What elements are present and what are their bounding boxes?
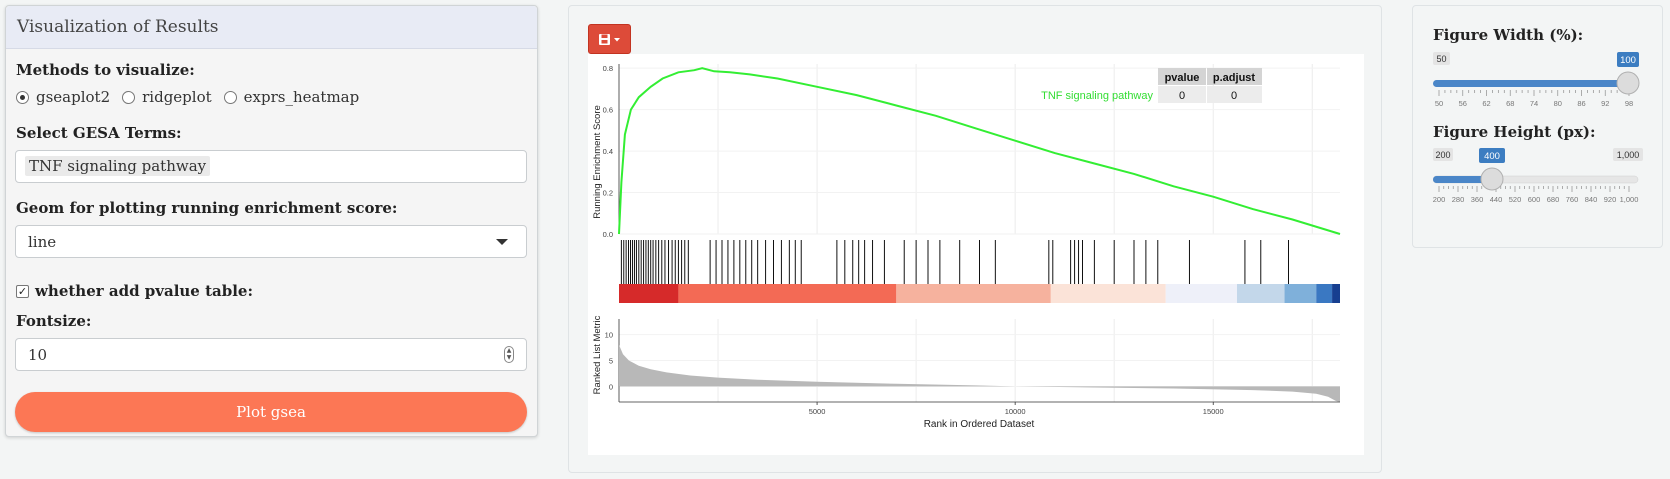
es-y-tick-label: 0.2	[603, 189, 613, 198]
heat-band	[1050, 284, 1166, 303]
visualization-panel: Visualization of Results Methods to visu…	[5, 5, 538, 437]
heat-band	[1316, 284, 1333, 303]
slider-tick-label: 680	[1547, 195, 1560, 204]
gsea-plot: 0.8 0.6 0.4 0.2 0.0 10 5 0 5000 10000 15000 Runn…	[588, 54, 1364, 455]
table-row-label: TNF signaling pathway	[1041, 90, 1153, 102]
radio-label: gseaplot2	[36, 88, 111, 106]
slider-tick-label: 280	[1452, 195, 1465, 204]
heat-band	[1284, 284, 1317, 303]
fontsize-input[interactable]: 10 ▲ ▼	[15, 338, 527, 371]
figure-width-slider[interactable]: 50 50 56 62 68 74 80 86 92 98 100	[1433, 50, 1645, 110]
heat-band	[678, 284, 897, 303]
metric-y-tick-label: 5	[609, 357, 613, 366]
fontsize-label: Fontsize:	[16, 312, 92, 330]
plot-panel: 0.8 0.6 0.4 0.2 0.0 10 5 0 5000 10000 15000 Runn…	[568, 5, 1382, 473]
table-padjust-value: 0	[1231, 90, 1237, 102]
number-spinner-icon[interactable]: ▲ ▼	[504, 346, 514, 363]
table-pvalue-value: 0	[1179, 90, 1185, 102]
slider-tick-label: 760	[1566, 195, 1579, 204]
radio-exprs-heatmap[interactable]: exprs_heatmap	[223, 88, 360, 106]
ranked-metric-area	[619, 344, 1340, 402]
es-y-tick-label: 0.0	[603, 230, 613, 239]
es-y-tick-label: 0.8	[603, 64, 613, 73]
metric-y-tick-label: 0	[609, 382, 613, 391]
metric-y-tick-label: 10	[605, 331, 613, 340]
slider-tick-label: 68	[1506, 99, 1514, 108]
pvalue-table: pvalue p.adjust TNF signaling pathway 0 …	[1041, 68, 1262, 103]
checkbox-checked-icon[interactable]: ✓	[16, 284, 29, 298]
radio-ridgeplot[interactable]: ridgeplot	[122, 88, 212, 106]
height-value-label: 400	[1484, 151, 1500, 162]
selected-term-chip[interactable]: TNF signaling pathway	[25, 156, 211, 176]
slider-tick-label: 200	[1433, 195, 1445, 204]
methods-label: Methods to visualize:	[16, 61, 195, 79]
radio-label: exprs_heatmap	[243, 88, 360, 106]
es-y-tick-label: 0.4	[603, 147, 613, 156]
figure-height-slider[interactable]: 200 1,000 200 280 360 440 520 600 680 760 840 920…	[1433, 146, 1645, 206]
es-y-tick-label: 0.6	[603, 106, 613, 115]
geom-label: Geom for plotting running enrichment sco…	[16, 199, 398, 217]
methods-radio-group: gseaplot2 ridgeplot exprs_heatmap	[16, 88, 371, 106]
floppy-disk-icon	[599, 34, 620, 45]
width-slider-label: Figure Width (%):	[1433, 26, 1584, 44]
slider-tick-label: 840	[1585, 195, 1598, 204]
heat-band	[896, 284, 1051, 303]
slider-tick-label: 62	[1482, 99, 1490, 108]
pvalue-checkbox-label: whether add pvalue table:	[35, 282, 253, 300]
slider-tick-label: 440	[1490, 195, 1503, 204]
slider-tick-label: 520	[1509, 195, 1522, 204]
radio-checked-icon	[16, 90, 29, 104]
slider-tick-label: 600	[1528, 195, 1541, 204]
es-y-axis-label: Running Enrichment Score	[592, 105, 603, 219]
save-dropdown-button[interactable]	[588, 24, 631, 54]
slider-tick-label: 920	[1604, 195, 1617, 204]
height-slider-label: Figure Height (px):	[1433, 123, 1596, 141]
slider-tick-label: 50	[1435, 99, 1443, 108]
x-axis-label: Rank in Ordered Dataset	[924, 419, 1035, 430]
table-header-pvalue: pvalue	[1165, 72, 1200, 84]
slider-tick-label: 80	[1554, 99, 1562, 108]
slider-tick-label: 360	[1471, 195, 1484, 204]
slider-tick-label: 92	[1601, 99, 1609, 108]
x-tick-label: 5000	[809, 407, 826, 416]
radio-gseaplot2[interactable]: gseaplot2	[16, 88, 110, 106]
width-value-label: 100	[1620, 55, 1636, 66]
height-slider-handle	[1480, 167, 1504, 191]
slider-tick-label: 56	[1459, 99, 1467, 108]
x-tick-label: 10000	[1005, 407, 1026, 416]
fontsize-value: 10	[28, 346, 48, 364]
figure-size-panel: Figure Width (%): 50 50 56 62 68 74 80 86 92 98 …	[1412, 5, 1663, 248]
heat-band	[619, 284, 679, 303]
width-min-label: 50	[1436, 54, 1446, 64]
terms-label: Select GESA Terms:	[16, 124, 182, 142]
heat-band	[1165, 284, 1237, 303]
radio-unchecked-icon	[223, 90, 237, 104]
radio-unchecked-icon	[122, 90, 136, 104]
chevron-down-icon	[496, 239, 508, 245]
terms-select-input[interactable]: TNF signaling pathway	[15, 150, 527, 183]
slider-tick-label: 74	[1530, 99, 1538, 108]
heat-band	[1237, 284, 1285, 303]
gsea-chart-svg: 0.8 0.6 0.4 0.2 0.0 10 5 0 5000 10000 15000 Runn…	[592, 64, 1341, 430]
caret-down-icon	[614, 38, 620, 42]
geom-select[interactable]: line	[15, 225, 527, 258]
radio-label: ridgeplot	[142, 88, 212, 106]
width-slider-handle	[1616, 71, 1640, 95]
x-tick-label: 15000	[1203, 407, 1224, 416]
geom-select-value: line	[28, 233, 57, 251]
plot-gsea-button[interactable]: Plot gsea	[15, 392, 527, 432]
metric-y-axis-label: Ranked List Metric	[592, 315, 603, 394]
heat-band	[1332, 284, 1340, 303]
width-slider-track	[1433, 80, 1633, 87]
slider-tick-label: 98	[1625, 99, 1633, 108]
height-max-label: 1,000	[1617, 150, 1640, 160]
slider-tick-label: 1,000	[1620, 195, 1639, 204]
panel-title: Visualization of Results	[6, 6, 537, 49]
pvalue-checkbox-row[interactable]: ✓ whether add pvalue table:	[16, 282, 253, 300]
height-min-label: 200	[1435, 150, 1450, 160]
slider-tick-label: 86	[1577, 99, 1585, 108]
table-header-padjust: p.adjust	[1213, 72, 1256, 84]
